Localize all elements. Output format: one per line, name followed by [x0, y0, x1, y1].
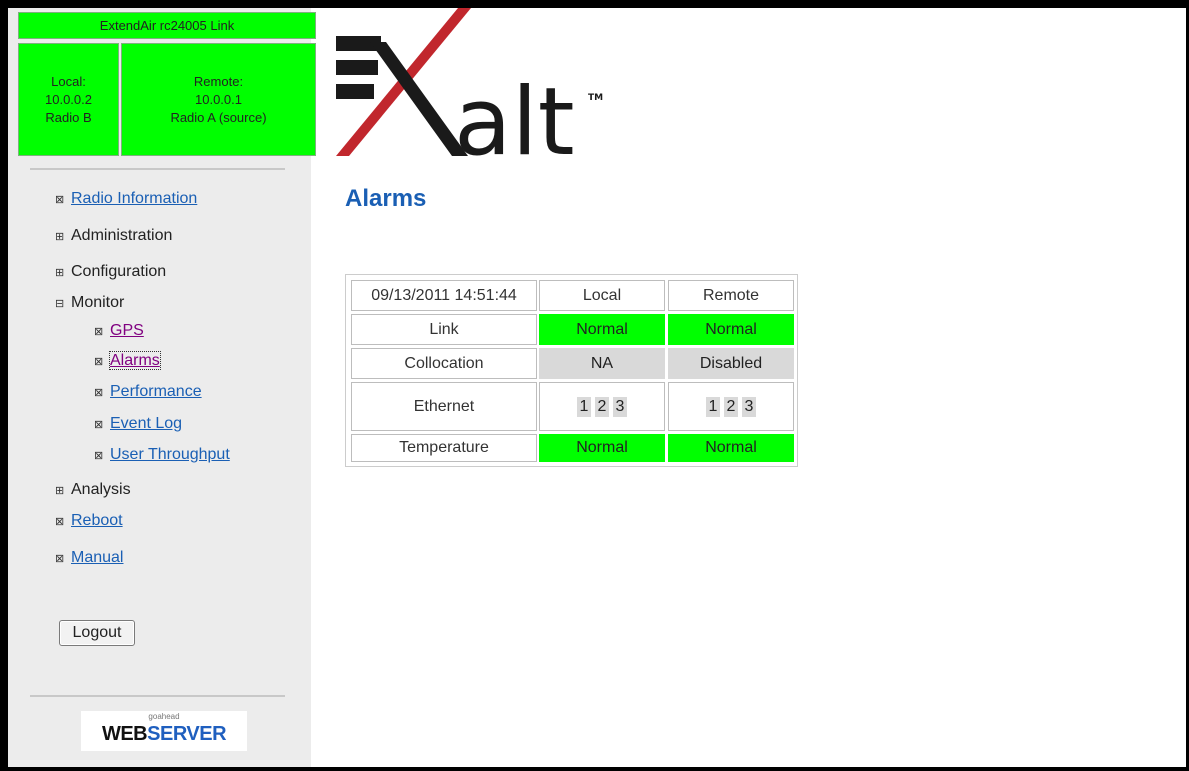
nav-radio-information[interactable]: ⊠ Radio Information — [55, 190, 197, 208]
remote-radio-status: Remote: 10.0.0.1 Radio A (source) — [121, 43, 316, 156]
x-box-icon: ⊠ — [94, 419, 104, 431]
x-box-icon: ⊠ — [94, 326, 104, 338]
analysis-label[interactable]: Analysis — [71, 481, 131, 498]
minus-box-icon[interactable]: ⊟ — [55, 297, 68, 310]
plus-box-icon[interactable]: ⊞ — [55, 484, 68, 497]
column-header-remote: Remote — [668, 280, 794, 311]
monitor-label[interactable]: Monitor — [71, 294, 124, 311]
link-status-title: ExtendAir rc24005 Link — [18, 12, 316, 39]
exalt-logo: alt TM — [336, 8, 603, 163]
reboot-link[interactable]: Reboot — [71, 512, 123, 529]
ethernet-port-status: 1 — [706, 396, 720, 417]
x-box-icon: ⊠ — [55, 553, 65, 565]
ethernet-remote-ports: 1 2 3 — [668, 382, 794, 431]
nav-user-throughput[interactable]: ⊠ User Throughput — [94, 446, 230, 464]
remote-label: Remote: — [193, 74, 244, 89]
performance-link[interactable]: Performance — [110, 383, 202, 400]
local-radio-name: Radio B — [45, 110, 92, 125]
local-ip: 10.0.0.2 — [45, 92, 92, 107]
divider — [30, 695, 285, 697]
local-label: Local: — [51, 74, 86, 89]
row-label-temperature: Temperature — [351, 434, 537, 462]
nav-reboot[interactable]: ⊠ Reboot — [55, 512, 123, 530]
column-header-local: Local — [539, 280, 665, 311]
temperature-remote-status: Normal — [668, 434, 794, 462]
alarms-link[interactable]: Alarms — [109, 351, 161, 370]
radio-information-link[interactable]: Radio Information — [71, 190, 197, 207]
gps-link[interactable]: GPS — [110, 322, 144, 339]
x-box-icon: ⊠ — [94, 356, 104, 368]
ethernet-port-status: 1 — [577, 396, 591, 417]
plus-box-icon[interactable]: ⊞ — [55, 230, 68, 243]
webserver-text: WEBSERVER — [101, 723, 227, 745]
goahead-text: goahead — [148, 712, 180, 721]
event-log-link[interactable]: Event Log — [110, 415, 182, 432]
logo-trademark: TM — [588, 93, 603, 103]
nav-performance[interactable]: ⊠ Performance — [94, 383, 202, 401]
row-label-link: Link — [351, 314, 537, 345]
x-box-icon: ⊠ — [94, 450, 104, 462]
logo-bar-middle — [336, 60, 378, 75]
remote-radio-name: Radio A (source) — [170, 110, 267, 125]
ethernet-local-ports: 1 2 3 — [539, 382, 665, 431]
collocation-local-status: NA — [539, 348, 665, 379]
collocation-remote-status: Disabled — [668, 348, 794, 379]
nav-monitor[interactable]: ⊟ Monitor — [55, 294, 124, 312]
table-timestamp: 09/13/2011 14:51:44 — [351, 280, 537, 311]
link-local-status: Normal — [539, 314, 665, 345]
divider — [30, 168, 285, 170]
logo-bar-bottom — [336, 84, 374, 99]
configuration-label[interactable]: Configuration — [71, 263, 166, 280]
row-label-ethernet: Ethernet — [351, 382, 537, 431]
logo-text: alt — [454, 68, 575, 163]
plus-box-icon[interactable]: ⊞ — [55, 266, 68, 279]
row-label-collocation: Collocation — [351, 348, 537, 379]
ethernet-port-status: 2 — [595, 396, 609, 417]
nav-analysis[interactable]: ⊞ Analysis — [55, 481, 131, 499]
x-box-icon: ⊠ — [55, 194, 65, 206]
x-box-icon: ⊠ — [55, 516, 65, 528]
link-remote-status: Normal — [668, 314, 794, 345]
temperature-local-status: Normal — [539, 434, 665, 462]
nav-administration[interactable]: ⊞ Administration — [55, 227, 172, 245]
ethernet-port-status: 2 — [724, 396, 738, 417]
ethernet-port-status: 3 — [613, 396, 627, 417]
nav-alarms[interactable]: ⊠ Alarms — [94, 351, 161, 370]
sidebar: ExtendAir rc24005 Link Local: 10.0.0.2 R… — [8, 8, 316, 767]
page-title: Alarms — [345, 185, 427, 212]
local-radio-status: Local: 10.0.0.2 Radio B — [18, 43, 119, 156]
nav-manual[interactable]: ⊠ Manual — [55, 549, 123, 567]
alarms-table: 09/13/2011 14:51:44 Local Remote Link No… — [345, 274, 798, 467]
nav-event-log[interactable]: ⊠ Event Log — [94, 415, 182, 433]
administration-label[interactable]: Administration — [71, 227, 172, 244]
manual-link[interactable]: Manual — [71, 549, 123, 566]
nav-gps[interactable]: ⊠ GPS — [94, 322, 144, 340]
logout-button[interactable]: Logout — [59, 620, 135, 646]
remote-ip: 10.0.0.1 — [195, 92, 242, 107]
goahead-webserver-logo: goahead WEBSERVER — [81, 711, 247, 751]
x-box-icon: ⊠ — [94, 387, 104, 399]
user-throughput-link[interactable]: User Throughput — [110, 446, 230, 463]
ethernet-port-status: 3 — [742, 396, 756, 417]
nav-configuration[interactable]: ⊞ Configuration — [55, 263, 166, 281]
